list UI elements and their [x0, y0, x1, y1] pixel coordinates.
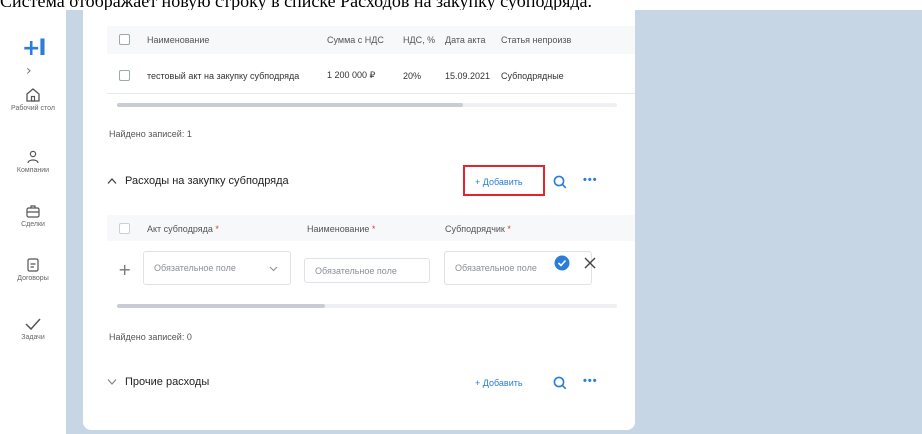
add-subcontract-expense-button[interactable]: + Добавить [475, 177, 523, 187]
column-header[interactable]: НДС, % [403, 35, 445, 45]
search-icon[interactable] [553, 376, 567, 390]
chevron-down-icon[interactable] [107, 378, 117, 386]
table-row[interactable]: тестовый акт на закупку субподряда 1 200… [119, 70, 573, 81]
column-header[interactable]: Наименование [147, 35, 327, 45]
row-checkbox[interactable] [119, 70, 130, 81]
expand-sidebar-icon[interactable]: › [26, 63, 32, 79]
home-icon [26, 88, 40, 102]
table-cell: Субподрядные [501, 70, 564, 81]
column-header[interactable]: Дата акта [445, 35, 501, 45]
scrollbar-thumb[interactable] [117, 304, 325, 308]
table-header: Акт субподряда * Наименование * Субподря… [119, 223, 545, 234]
select-all-checkbox[interactable] [119, 223, 130, 234]
main-panel: Наименование Сумма с НДС НДС, % Дата акт… [83, 10, 635, 430]
sidebar-item-desktop[interactable]: Рабочий стол [0, 87, 66, 112]
sidebar-item-deals[interactable]: Сделки [0, 203, 66, 228]
sidebar-item-contracts[interactable]: Договоры [0, 257, 66, 282]
table-header: Наименование Сумма с НДС НДС, % Дата акт… [119, 34, 573, 45]
table-cell: 20% [403, 70, 422, 81]
column-header[interactable]: Наименование * [307, 224, 445, 234]
sidebar-item-label: Рабочий стол [11, 105, 55, 112]
section-other-expenses[interactable]: Прочие расходы [107, 376, 209, 388]
chevron-up-icon[interactable] [107, 177, 117, 185]
add-row-icon[interactable]: + [118, 260, 131, 279]
records-found: Найдено записей: 1 [109, 129, 192, 139]
table-cell: тестовый акт на закупку субподряда [147, 70, 300, 81]
column-header[interactable]: Акт субподряда * [147, 224, 307, 234]
row-divider [107, 93, 635, 94]
records-found: Найдено записей: 0 [109, 332, 192, 342]
add-other-expense-button[interactable]: + Добавить [475, 378, 523, 388]
more-actions-button[interactable]: ••• [583, 174, 598, 186]
section-title: Расходы на закупку субподряда [125, 175, 289, 187]
name-input[interactable]: Обязательное поле [304, 258, 430, 283]
search-icon[interactable] [553, 175, 567, 189]
column-header[interactable]: Субподрядчик * [445, 224, 545, 234]
more-actions-button[interactable]: ••• [583, 375, 598, 387]
users-icon [27, 150, 39, 164]
sidebar-item-companies[interactable]: Компании [0, 149, 66, 174]
document-icon [27, 258, 39, 272]
column-header[interactable]: Статья непроизв [501, 35, 573, 45]
cancel-row-icon[interactable] [583, 256, 597, 270]
column-header[interactable]: Сумма с НДС [327, 35, 403, 45]
app-logo[interactable]: +I [22, 36, 47, 61]
sidebar-item-label: Договоры [17, 275, 49, 282]
sidebar-item-label: Сделки [21, 221, 45, 228]
act-select[interactable]: Обязательное поле [143, 251, 291, 285]
check-icon [25, 318, 41, 331]
sidebar: +I › Рабочий стол Компании Сделки Догово… [0, 10, 66, 434]
select-all-checkbox[interactable] [119, 34, 130, 45]
section-title: Прочие расходы [125, 376, 210, 388]
table-cell: 1 200 000 ₽ [327, 70, 376, 80]
sidebar-item-label: Задачи [21, 334, 45, 341]
briefcase-icon [26, 205, 40, 218]
section-subcontract-expenses[interactable]: Расходы на закупку субподряда [107, 175, 289, 187]
sidebar-item-label: Компании [16, 167, 50, 174]
table-cell: 15.09.2021 [445, 70, 491, 81]
confirm-row-icon[interactable] [554, 255, 570, 271]
chevron-down-icon [269, 266, 278, 272]
sidebar-item-tasks[interactable]: Задачи [0, 316, 66, 341]
scrollbar-thumb[interactable] [117, 103, 463, 107]
